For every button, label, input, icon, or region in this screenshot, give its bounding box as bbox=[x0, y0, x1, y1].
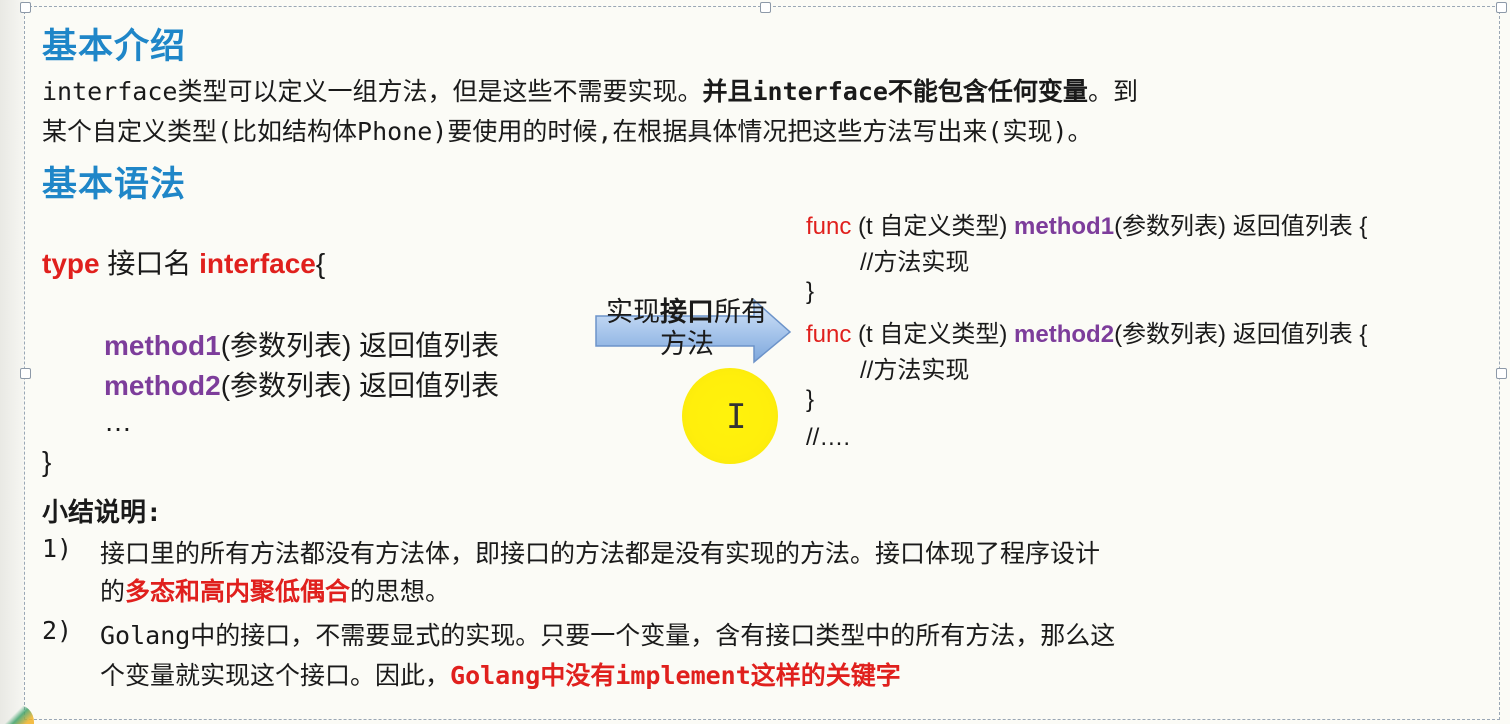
code-interface-decl: type 接口名 interface{ bbox=[42, 242, 325, 282]
keyword-interface: interface bbox=[199, 248, 316, 279]
summary-item2-highlight: Golang中没有implement这样的关键字 bbox=[450, 661, 901, 690]
resize-handle-middle-right[interactable] bbox=[1496, 368, 1507, 379]
code-close-brace: } bbox=[42, 446, 52, 477]
method1-signature: (参数列表) 返回值列表 bbox=[220, 330, 500, 361]
method2-name: method2 bbox=[104, 370, 221, 401]
text-ibeam-cursor-icon: I bbox=[726, 397, 747, 437]
intro-line-1: interface类型可以定义一组方法，但是这些不需要实现。并且interfac… bbox=[42, 72, 1138, 108]
intro-line-2: 某个自定义类型(比如结构体Phone)要使用的时候,在根据具体情况把这些方法写出… bbox=[42, 117, 1093, 146]
func1-signature: (参数列表) 返回值列表 { bbox=[1114, 213, 1368, 240]
method1-name: method1 bbox=[104, 330, 221, 361]
code-func1-body: //方法实现 bbox=[860, 249, 970, 276]
receiver-1: (t 自定义类型) bbox=[858, 213, 1008, 240]
func1-method-name: method1 bbox=[1014, 213, 1115, 240]
summary-item2-line1: Golang中的接口，不需要显式的实现。只要一个变量，含有接口类型中的所有方法，… bbox=[100, 621, 1116, 650]
code-func1-close: } bbox=[806, 278, 815, 305]
keyword-type: type bbox=[42, 248, 100, 279]
summary-item1-number: 1) bbox=[42, 534, 73, 563]
summary-item2-line2-a: 个变量就实现这个接口。因此， bbox=[100, 661, 451, 690]
summary-item2-line2: 个变量就实现这个接口。因此，Golang中没有implement这样的关键字 bbox=[100, 656, 901, 692]
code-func2-sig: func (t 自定义类型) method2(参数列表) 返回值列表 { bbox=[806, 314, 1367, 349]
code-method1-sig: method1(参数列表) 返回值列表 bbox=[104, 324, 499, 364]
resize-handle-top-right[interactable] bbox=[1496, 2, 1507, 13]
arrow-label-b: 接口 bbox=[660, 297, 714, 327]
summary-title: 小结说明: bbox=[42, 498, 162, 528]
receiver-2: (t 自定义类型) bbox=[858, 321, 1008, 348]
resize-handle-top-left[interactable] bbox=[20, 2, 31, 13]
intro-line-1-bold: 并且interface不能包含任何变量 bbox=[702, 77, 1088, 106]
keyword-func-2: func bbox=[806, 321, 852, 348]
code-func2-body: //方法实现 bbox=[860, 357, 970, 384]
arrow-label-a: 实现 bbox=[606, 297, 660, 327]
resize-handle-middle-left[interactable] bbox=[20, 368, 31, 379]
summary-item1-line2: 的多态和高内聚低偶合的思想。 bbox=[100, 572, 450, 608]
func2-signature: (参数列表) 返回值列表 { bbox=[1114, 321, 1368, 348]
summary-item1-line2-c: 的思想。 bbox=[350, 577, 451, 606]
right-arrow-shape[interactable]: 实现接口所有方法 bbox=[594, 296, 792, 364]
code-func2-close: } bbox=[806, 386, 815, 413]
arrow-label: 实现接口所有方法 bbox=[602, 296, 772, 360]
code-method2-sig: method2(参数列表) 返回值列表 bbox=[104, 364, 499, 404]
code-func1-sig: func (t 自定义类型) method1(参数列表) 返回值列表 { bbox=[806, 206, 1367, 241]
open-brace: { bbox=[315, 248, 326, 279]
heading-basic-syntax: 基本语法 bbox=[42, 165, 187, 205]
interface-name: 接口名 bbox=[107, 248, 192, 279]
summary-item1-line1: 接口里的所有方法都没有方法体，即接口的方法都是没有实现的方法。接口体现了程序设计 bbox=[100, 539, 1101, 568]
slide-canvas: 基本介绍 interface类型可以定义一组方法，但是这些不需要实现。并且int… bbox=[0, 0, 1510, 724]
heading-basic-intro: 基本介绍 bbox=[42, 27, 187, 67]
keyword-func-1: func bbox=[806, 213, 852, 240]
intro-line-1-tail: 。到 bbox=[1087, 77, 1138, 106]
code-ellipsis: … bbox=[104, 406, 132, 437]
intro-line-1-text: interface类型可以定义一组方法，但是这些不需要实现。 bbox=[42, 77, 703, 106]
left-margin-strip bbox=[0, 0, 24, 724]
summary-item2-number: 2) bbox=[42, 616, 73, 645]
resize-handle-top-center[interactable] bbox=[760, 2, 771, 13]
summary-item1-line2-a: 的 bbox=[100, 577, 126, 606]
func2-method-name: method2 bbox=[1014, 321, 1115, 348]
code-tail-comment: //…. bbox=[806, 424, 851, 451]
summary-item1-highlight: 多态和高内聚低偶合 bbox=[125, 577, 351, 606]
method2-signature: (参数列表) 返回值列表 bbox=[220, 370, 500, 401]
